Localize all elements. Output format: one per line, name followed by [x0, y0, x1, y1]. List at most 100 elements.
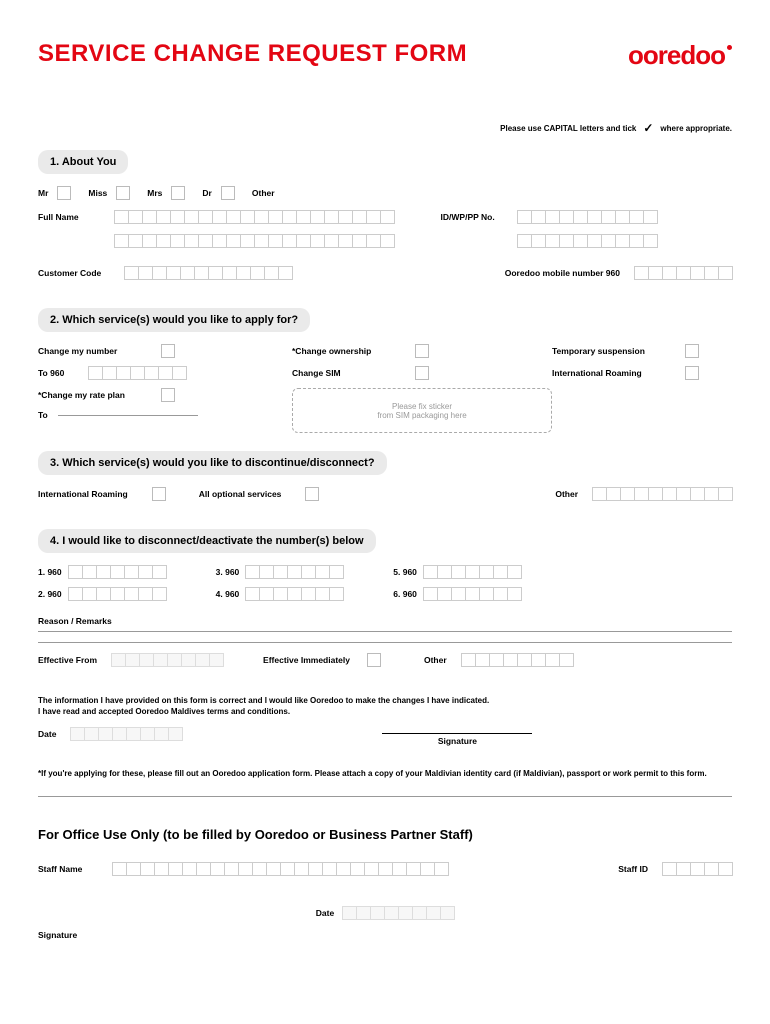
section-services-discontinue: 3. Which service(s) would you like to di…: [38, 451, 732, 511]
date-cells[interactable]: [70, 727, 182, 741]
ooredoo-logo: ooredoo: [628, 40, 732, 71]
form-title: SERVICE CHANGE REQUEST FORM: [38, 40, 467, 68]
fullname-cells-1[interactable]: [114, 210, 394, 224]
label-n2: 2. 960: [38, 589, 62, 599]
checkbox-intl-roaming-apply[interactable]: [685, 366, 699, 380]
label-effective-from: Effective From: [38, 655, 97, 665]
n5-cells[interactable]: [423, 565, 521, 579]
label-other: Other: [252, 188, 275, 198]
label-mr: Mr: [38, 188, 48, 198]
section-about-you: 1. About You Mr Miss Mrs Dr Other Full N…: [38, 150, 732, 290]
title-row: Mr Miss Mrs Dr Other: [38, 186, 732, 200]
label-signature: Signature: [438, 736, 477, 746]
other-effective-cells[interactable]: [461, 653, 573, 667]
sticker-text-1: Please fix sticker: [392, 402, 452, 411]
label-customer-code: Customer Code: [38, 268, 118, 278]
checkbox-temp-suspension[interactable]: [685, 344, 699, 358]
label-mrs: Mrs: [147, 188, 162, 198]
staff-name-cells[interactable]: [112, 862, 448, 876]
label-mobile: Ooredoo mobile number 960: [505, 268, 620, 278]
label-n6: 6. 960: [393, 589, 417, 599]
label-date: Date: [38, 729, 56, 739]
reason-line-2[interactable]: [38, 642, 732, 643]
declaration-line1: The information I have provided on this …: [38, 695, 732, 706]
name-id-row: Full Name ID/WP/PP No.: [38, 210, 732, 258]
sticker-text-2: from SIM packaging here: [377, 411, 466, 420]
declaration-text: The information I have provided on this …: [38, 695, 732, 717]
label-other-effective: Other: [424, 655, 447, 665]
signature-line[interactable]: [382, 733, 532, 734]
label-dr: Dr: [202, 188, 211, 198]
checkbox-mrs[interactable]: [171, 186, 185, 200]
checkbox-dr[interactable]: [221, 186, 235, 200]
checkbox-change-number[interactable]: [161, 344, 175, 358]
idno-cells-1[interactable]: [517, 210, 657, 224]
checkbox-all-optional[interactable]: [305, 487, 319, 501]
checkbox-change-plan[interactable]: [161, 388, 175, 402]
n6-cells[interactable]: [423, 587, 521, 601]
checkbox-miss[interactable]: [116, 186, 130, 200]
label-all-optional: All optional services: [199, 489, 282, 499]
plan-to-line[interactable]: [58, 415, 198, 416]
instruction-post: where appropriate.: [660, 124, 732, 133]
label-n3: 3. 960: [216, 567, 240, 577]
section3-header: 3. Which service(s) would you like to di…: [38, 451, 387, 475]
label-change-sim: Change SIM: [292, 368, 412, 378]
label-miss: Miss: [88, 188, 107, 198]
label-fullname: Full Name: [38, 212, 108, 222]
label-change-ownership: *Change ownership: [292, 346, 412, 356]
logo-dot-icon: [727, 45, 732, 50]
fullname-cells-2[interactable]: [114, 234, 394, 248]
idno-cells-2[interactable]: [517, 234, 657, 248]
checkbox-intl-roaming-disc[interactable]: [152, 487, 166, 501]
checkmark-icon: ✓: [643, 121, 653, 135]
n3-cells[interactable]: [245, 565, 343, 579]
footnote: *If you're applying for these, please fi…: [38, 769, 732, 778]
label-n1: 1. 960: [38, 567, 62, 577]
section4-header: 4. I would like to disconnect/deactivate…: [38, 529, 376, 553]
office-divider: [38, 796, 732, 797]
label-intl-roaming-apply: International Roaming: [552, 368, 682, 378]
section1-header: 1. About You: [38, 150, 128, 174]
checkbox-mr[interactable]: [57, 186, 71, 200]
n4-cells[interactable]: [245, 587, 343, 601]
label-office-signature: Signature: [38, 930, 732, 940]
checkbox-change-sim[interactable]: [415, 366, 429, 380]
label-idno: ID/WP/PP No.: [441, 212, 511, 222]
sticker-box: Please fix sticker from SIM packaging he…: [292, 388, 552, 433]
label-n4: 4. 960: [216, 589, 240, 599]
checkbox-effective-immediately[interactable]: [367, 653, 381, 667]
label-reason: Reason / Remarks: [38, 616, 732, 626]
reason-line-1[interactable]: [38, 631, 732, 632]
office-date-cells[interactable]: [342, 906, 454, 920]
n1-cells[interactable]: [68, 565, 166, 579]
instruction-text: Please use CAPITAL letters and tick ✓ wh…: [38, 121, 732, 135]
label-temp-suspension: Temporary suspension: [552, 346, 682, 356]
page: SERVICE CHANGE REQUEST FORM ooredoo Plea…: [0, 0, 770, 960]
label-change-plan: *Change my rate plan: [38, 390, 158, 400]
label-effective-immediately: Effective Immediately: [263, 655, 350, 665]
customer-code-cells[interactable]: [124, 266, 292, 280]
label-to: To: [38, 410, 58, 420]
label-staff-id: Staff ID: [618, 864, 648, 874]
checkbox-change-ownership[interactable]: [415, 344, 429, 358]
section-services-apply: 2. Which service(s) would you like to ap…: [38, 308, 732, 433]
label-office-date: Date: [316, 908, 334, 918]
declaration-line2: I have read and accepted Ooredoo Maldive…: [38, 706, 732, 717]
label-staff-name: Staff Name: [38, 864, 98, 874]
staff-id-cells[interactable]: [662, 862, 732, 876]
office-header: For Office Use Only (to be filled by Oor…: [38, 827, 732, 842]
label-change-number: Change my number: [38, 346, 158, 356]
other-disc-cells[interactable]: [592, 487, 732, 501]
effective-from-cells[interactable]: [111, 653, 223, 667]
mobile-cells[interactable]: [634, 266, 732, 280]
instruction-pre: Please use CAPITAL letters and tick: [500, 124, 636, 133]
logo-text: ooredoo: [628, 40, 725, 71]
label-to960: To 960: [38, 368, 88, 378]
label-other-disc: Other: [555, 489, 578, 499]
n2-cells[interactable]: [68, 587, 166, 601]
section2-header: 2. Which service(s) would you like to ap…: [38, 308, 310, 332]
to960-cells[interactable]: [88, 366, 186, 380]
label-intl-roaming-disc: International Roaming: [38, 489, 128, 499]
section-disconnect-numbers: 4. I would like to disconnect/deactivate…: [38, 529, 732, 677]
